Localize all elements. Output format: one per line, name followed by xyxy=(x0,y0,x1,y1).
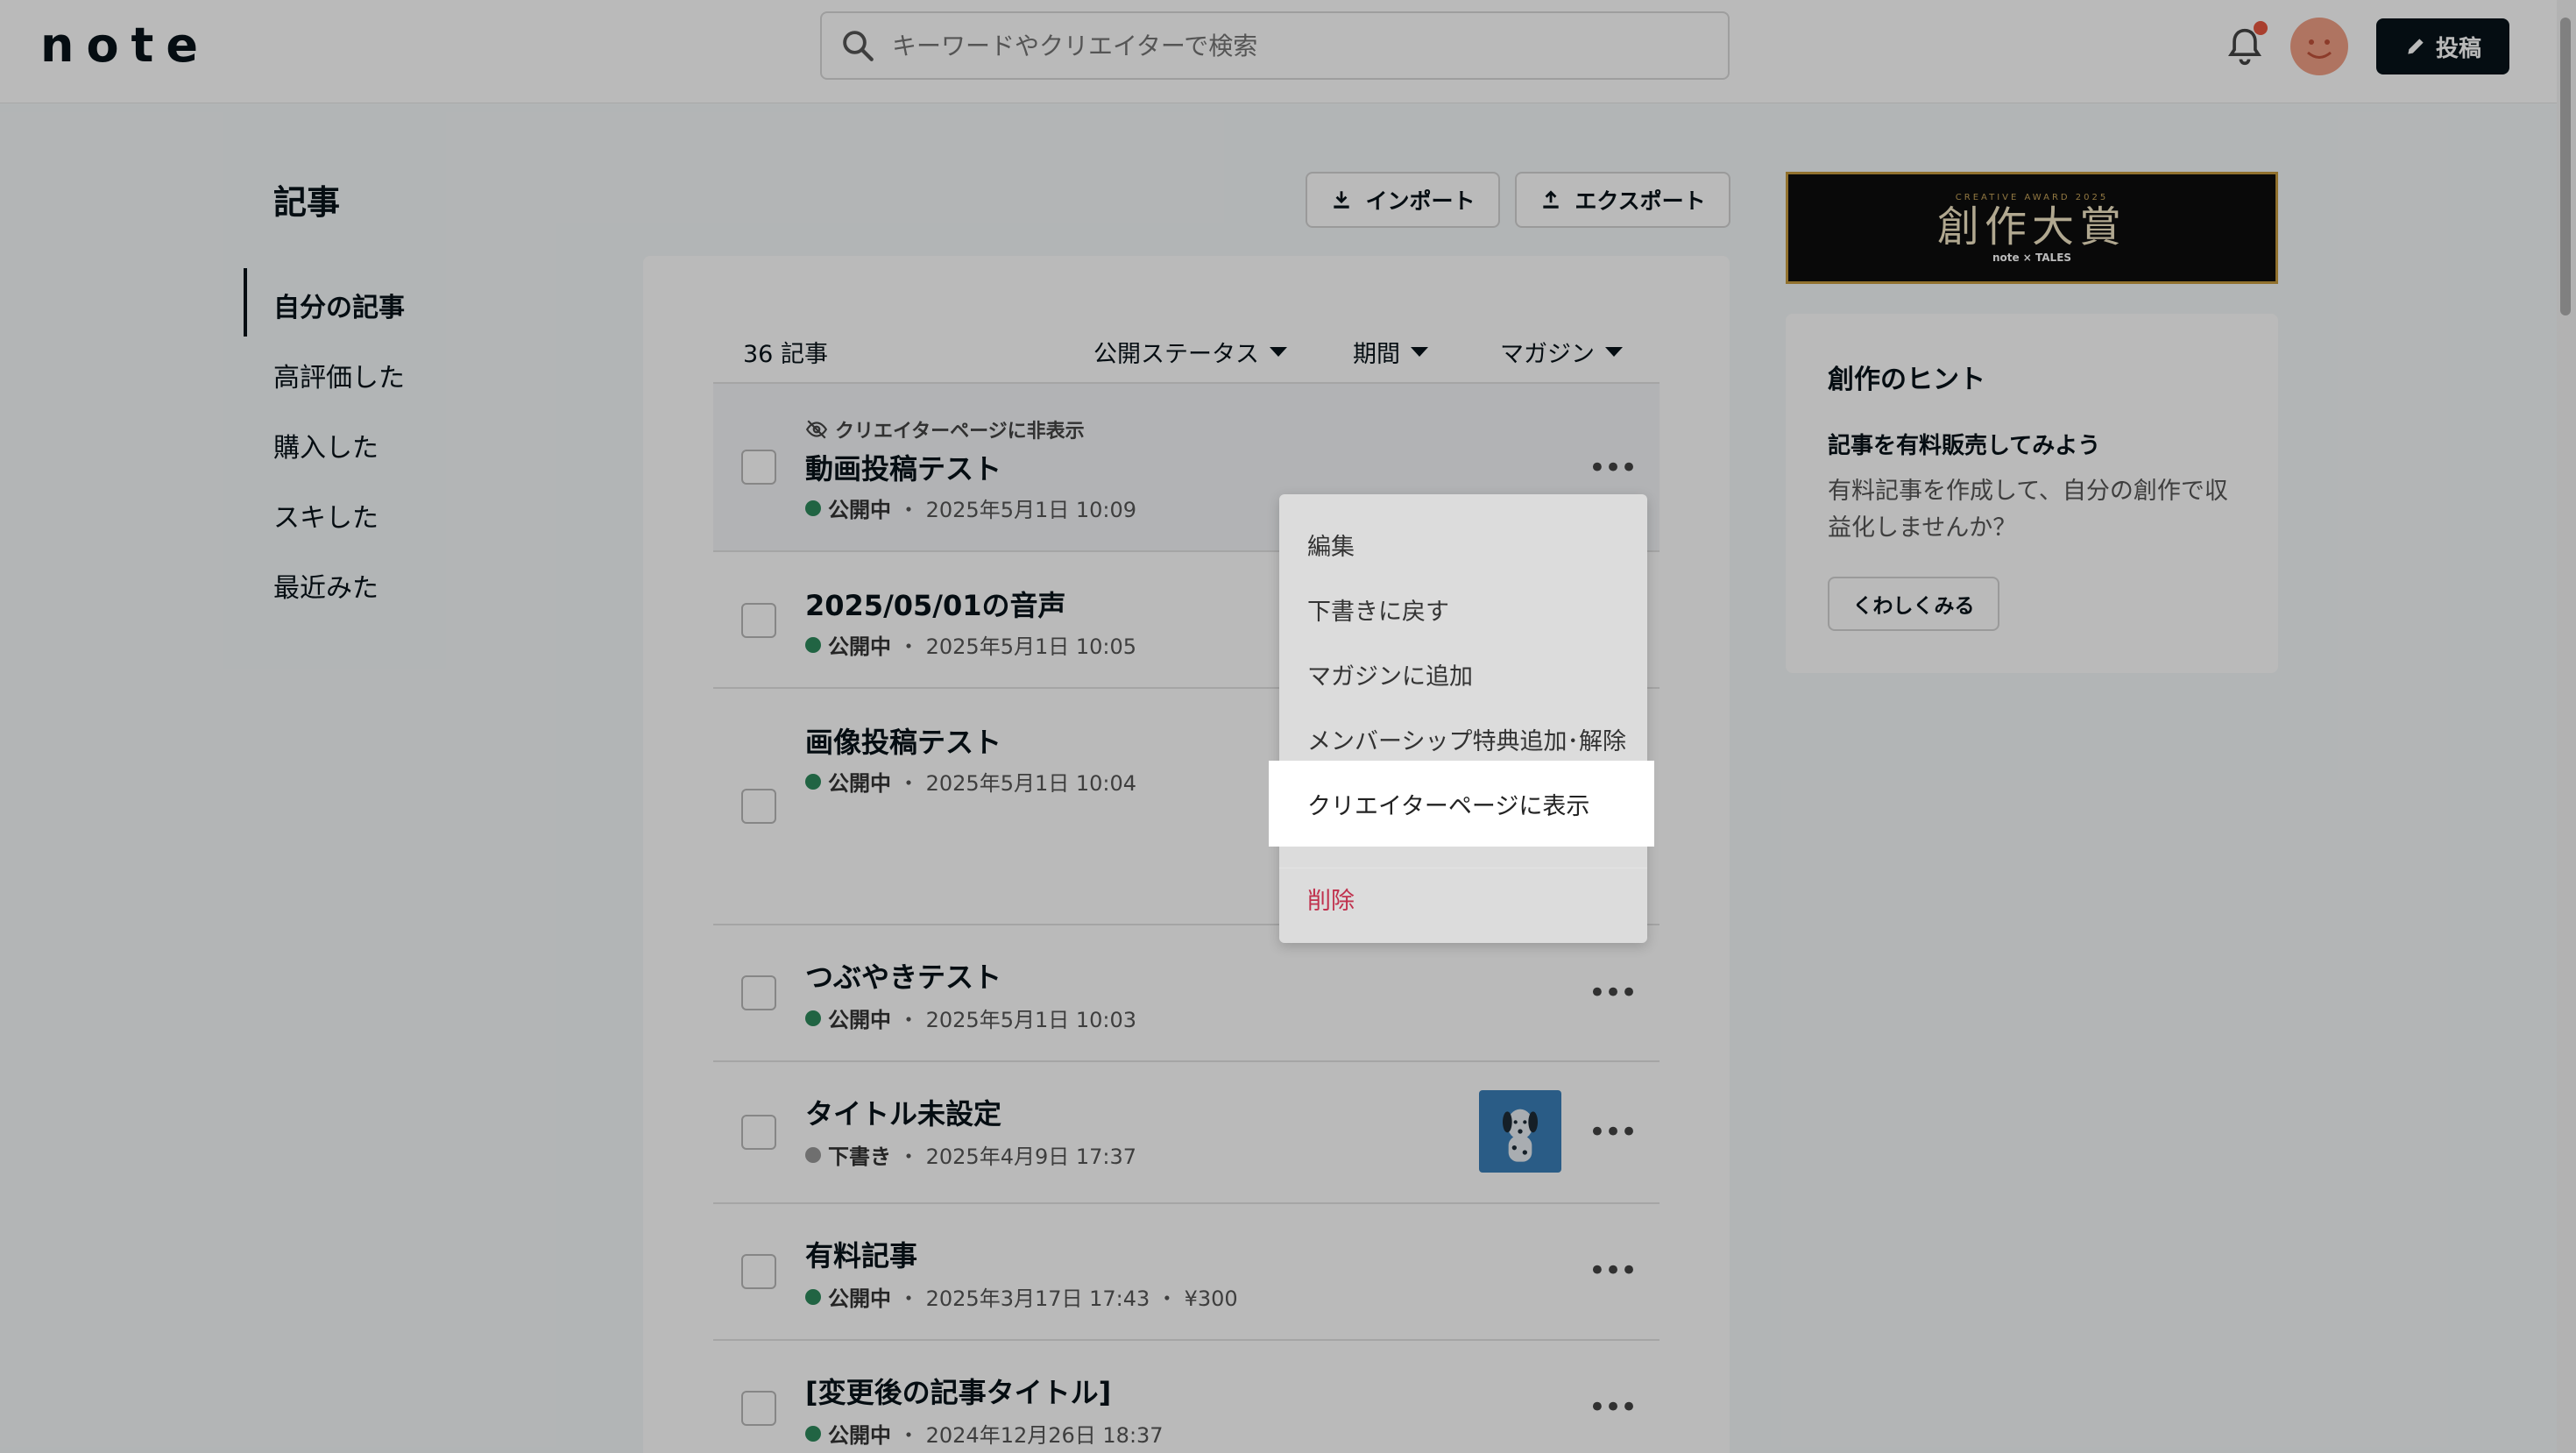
menu-item-membership[interactable]: メンバーシップ特典追加･解除 xyxy=(1307,722,1626,756)
menu-item-show-creator-page[interactable]: クリエイターページに表示 xyxy=(1307,787,1589,821)
menu-item-revert-draft[interactable]: 下書きに戻す xyxy=(1307,592,1449,627)
menu-item-delete[interactable]: 削除 xyxy=(1307,882,1355,916)
menu-item-edit[interactable]: 編集 xyxy=(1307,528,1355,562)
menu-item-add-magazine[interactable]: マガジンに追加 xyxy=(1307,657,1473,691)
